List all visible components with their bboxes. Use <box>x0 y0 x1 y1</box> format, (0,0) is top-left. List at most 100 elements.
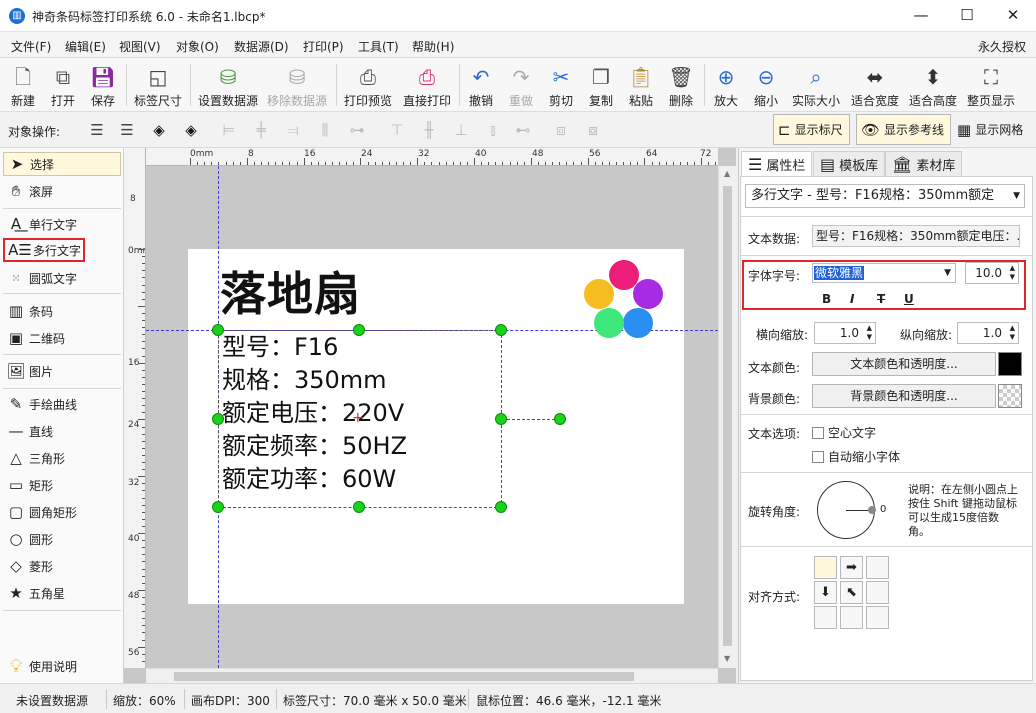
send-backward-icon[interactable]: ☰ <box>116 120 138 140</box>
italic-button[interactable]: I <box>850 292 854 306</box>
fit-page-button[interactable]: ⛶ 整页显示 <box>963 60 1019 110</box>
maximize-button[interactable]: ☐ <box>944 0 990 32</box>
font-name-combo[interactable]: 微软雅黑 ▼ <box>812 263 956 283</box>
resize-handle-bottom-right[interactable] <box>495 501 507 513</box>
object-select[interactable]: 多行文字 - 型号：F16规格：350mm额定 ▼ <box>745 184 1025 208</box>
zoom-out-button[interactable]: ⊖ 缩小 <box>747 60 785 110</box>
resize-handle-top[interactable] <box>353 324 365 336</box>
delete-button[interactable]: 🗑︎ 删除 <box>662 60 700 110</box>
tab-materials[interactable]: 🏛︎ 素材库 <box>885 151 963 177</box>
remove-datasource-button[interactable]: ⛁ 移除数据源 <box>264 60 330 110</box>
tool-image[interactable]: 🖼︎ 图片 <box>3 359 121 383</box>
tool-star[interactable]: ★ 五角星 <box>3 581 121 605</box>
ungroup-icon[interactable]: ⧇ <box>582 120 604 140</box>
same-width-icon[interactable]: ⊶ <box>346 120 368 140</box>
print-preview-button[interactable]: ⎙ 打印预览 <box>340 60 396 110</box>
resize-handle-right[interactable] <box>495 413 507 425</box>
strikethrough-button[interactable]: T <box>877 292 885 306</box>
label-size-button[interactable]: ◱ 标签尺寸 <box>130 60 186 110</box>
minimize-button[interactable]: — <box>898 0 944 32</box>
menu-view[interactable]: 视图(V) <box>119 38 161 55</box>
hollow-text-checkbox[interactable]: 空心文字 <box>812 424 876 441</box>
resize-handle-bottom[interactable] <box>353 501 365 513</box>
direct-print-button[interactable]: ⎙ 直接打印 <box>399 60 455 110</box>
bg-color-swatch[interactable] <box>998 384 1022 408</box>
menu-file[interactable]: 文件(F) <box>11 38 51 55</box>
menu-object[interactable]: 对象(O) <box>176 38 219 55</box>
resize-handle-left[interactable] <box>212 413 224 425</box>
tool-arc-text[interactable]: ⁙ 圆弧文字 <box>3 266 121 290</box>
text-data-field[interactable]: 型号：F16规格：350mm额定电压：... <box>812 225 1020 247</box>
tool-triangle[interactable]: △ 三角形 <box>3 446 121 470</box>
send-to-back-icon[interactable]: ◈ <box>180 120 202 140</box>
auto-shrink-checkbox[interactable]: 自动缩小字体 <box>812 448 900 465</box>
bring-to-front-icon[interactable]: ◈ <box>148 120 170 140</box>
label-title-text[interactable]: 落地扇 <box>220 258 361 324</box>
horizontal-scroll-thumb[interactable] <box>174 672 634 681</box>
resize-handle-top-left[interactable] <box>212 324 224 336</box>
save-button[interactable]: 💾︎ 保存 <box>84 60 122 110</box>
set-datasource-button[interactable]: ⛁ 设置数据源 <box>195 60 261 110</box>
align-right-button[interactable] <box>866 581 889 604</box>
tool-help[interactable]: 💡︎ 使用说明 <box>3 654 121 678</box>
resize-handle-top-right[interactable] <box>495 324 507 336</box>
tab-properties[interactable]: ☰ 属性栏 <box>741 151 813 177</box>
font-size-spinner[interactable]: 10.0 ▲ ▼ <box>965 262 1019 284</box>
group-icon[interactable]: ⧈ <box>550 120 572 140</box>
show-guides-toggle[interactable]: 👁︎ 显示参考线 <box>856 114 952 145</box>
tool-rounded-rectangle[interactable]: ▢ 圆角矩形 <box>3 500 121 524</box>
menu-print[interactable]: 打印(P) <box>303 38 344 55</box>
tool-line[interactable]: — 直线 <box>3 419 121 443</box>
align-top-button[interactable]: ➡ <box>840 556 863 579</box>
cut-button[interactable]: ✂ 剪切 <box>542 60 580 110</box>
show-grid-toggle[interactable]: ▦ 显示网格 <box>952 114 1030 145</box>
vertical-scrollbar[interactable]: ▲ ▼ <box>718 166 736 668</box>
menu-help[interactable]: 帮助(H) <box>412 38 454 55</box>
distribute-v-icon[interactable]: ⫾ <box>482 120 504 140</box>
undo-button[interactable]: ↶ 撤销 <box>462 60 500 110</box>
rotation-handle[interactable] <box>554 413 566 425</box>
tool-single-line-text[interactable]: A͟ 单行文字 <box>3 212 121 236</box>
menu-tools[interactable]: 工具(T) <box>358 38 399 55</box>
same-height-icon[interactable]: ⊷ <box>512 120 534 140</box>
underline-button[interactable]: U <box>904 292 914 306</box>
align-bottom-right-button[interactable] <box>866 606 889 629</box>
tool-select[interactable]: ➤ 选择 <box>3 152 121 176</box>
rotation-dial-knob[interactable] <box>868 506 876 514</box>
vscale-spinner[interactable]: 1.0 ▲ ▼ <box>957 322 1019 344</box>
align-bottom-icon[interactable]: ⊥ <box>450 120 472 140</box>
copy-button[interactable]: ❐ 复制 <box>582 60 620 110</box>
align-bottom-button[interactable] <box>840 606 863 629</box>
tool-freehand[interactable]: ✎ 手绘曲线 <box>3 392 121 416</box>
tab-templates[interactable]: ▤ 模板库 <box>813 151 886 177</box>
distribute-h-icon[interactable]: ⫼ <box>314 120 336 140</box>
zoom-in-button[interactable]: ⊕ 放大 <box>707 60 745 110</box>
new-button[interactable]: 🗋 新建 <box>4 60 42 110</box>
bold-button[interactable]: B <box>822 292 831 306</box>
resize-handle-bottom-left[interactable] <box>212 501 224 513</box>
align-middle-icon[interactable]: ╫ <box>418 120 440 140</box>
open-button[interactable]: ⧉ 打开 <box>44 60 82 110</box>
text-color-swatch[interactable] <box>998 352 1022 376</box>
scroll-down-icon[interactable]: ▼ <box>724 654 730 663</box>
align-right-icon[interactable]: ⫤ <box>282 120 304 140</box>
tool-qrcode[interactable]: ▣ 二维码 <box>3 326 121 350</box>
paste-button[interactable]: 📋︎ 粘贴 <box>622 60 660 110</box>
align-center-button[interactable]: ⬉ <box>840 581 863 604</box>
scroll-up-icon[interactable]: ▲ <box>724 169 730 178</box>
tool-diamond[interactable]: ◇ 菱形 <box>3 554 121 578</box>
bring-forward-icon[interactable]: ☰ <box>86 120 108 140</box>
tool-circle[interactable]: ○ 圆形 <box>3 527 121 551</box>
actual-size-button[interactable]: ⌕ 实际大小 <box>787 60 845 110</box>
show-ruler-toggle[interactable]: ⊏ 显示标尺 <box>773 114 850 145</box>
align-top-right-button[interactable] <box>866 556 889 579</box>
close-button[interactable]: ✕ <box>990 0 1036 32</box>
align-bottom-left-button[interactable] <box>814 606 837 629</box>
redo-button[interactable]: ↷ 重做 <box>502 60 540 110</box>
fit-height-button[interactable]: ⬍ 适合高度 <box>905 60 961 110</box>
tool-pan[interactable]: ✋︎ 滚屏 <box>3 179 121 203</box>
bg-color-button[interactable]: 背景颜色和透明度... <box>812 384 996 408</box>
align-top-left-button[interactable] <box>814 556 837 579</box>
tool-multi-line-text[interactable]: A☰ 多行文字 <box>3 238 121 262</box>
hscale-spinner[interactable]: 1.0 ▲ ▼ <box>814 322 876 344</box>
